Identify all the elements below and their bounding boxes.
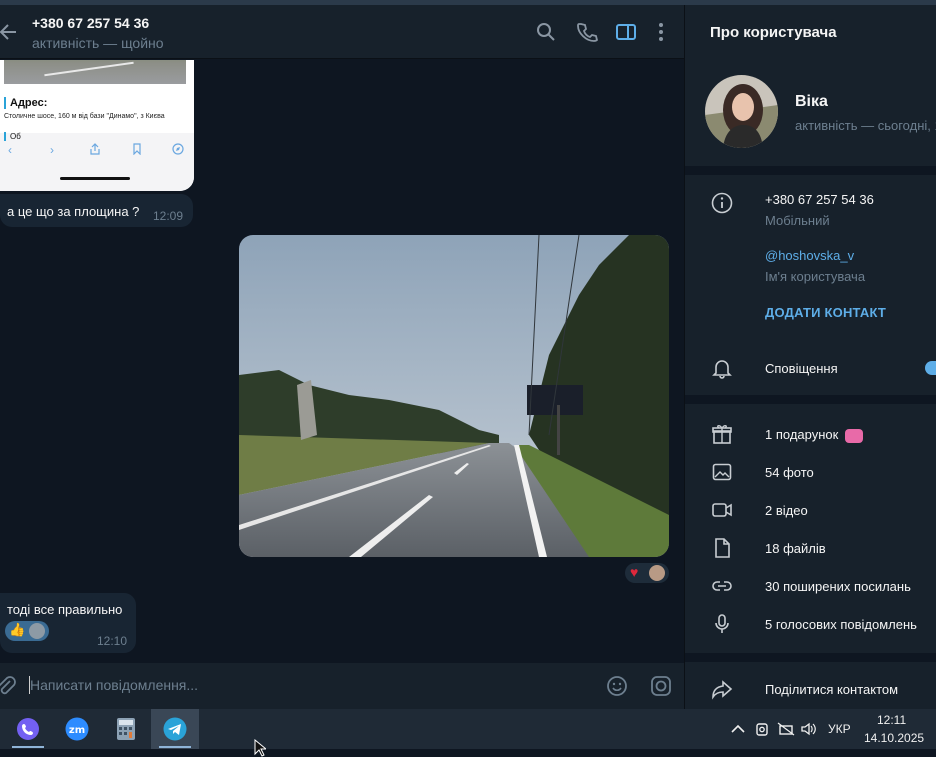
- chat-status: активність — щойно: [32, 35, 164, 51]
- zoom-app[interactable]: zm: [53, 709, 101, 749]
- microphone-icon: [715, 614, 729, 633]
- media-gifts-label: 1 подарунок: [765, 427, 839, 442]
- telegram-app[interactable]: [151, 709, 199, 749]
- screenshot-compass-icon: [172, 143, 184, 155]
- profile-status: активність — сьогодні, 12:10: [795, 118, 936, 133]
- notifications-label: Сповіщення: [765, 361, 838, 376]
- file-icon: [715, 538, 730, 558]
- running-indicator: [159, 746, 191, 748]
- reactor-avatar: [29, 623, 45, 639]
- running-indicator: [12, 746, 44, 748]
- message-time: 12:10: [97, 634, 128, 648]
- screenshot-back-icon: ‹: [8, 143, 12, 157]
- screenshot-forward-icon: ›: [50, 143, 54, 157]
- media-photos[interactable]: 54 фото: [765, 465, 814, 480]
- viber-app[interactable]: [4, 709, 52, 749]
- screenshot-message[interactable]: Адрес: Столичне шосе, 160 м від бази "Ди…: [0, 60, 194, 191]
- gift-icon: [712, 425, 732, 444]
- more-options-icon[interactable]: [650, 21, 672, 43]
- message-list[interactable]: Адрес: Столичне шосе, 160 м від бази "Ди…: [0, 60, 684, 663]
- screenshot-address-title: Адрес:: [4, 97, 47, 109]
- reactor-avatar: [649, 565, 665, 581]
- svg-text:zm: zm: [69, 725, 85, 736]
- section-divider: [685, 653, 936, 662]
- photo-reactions[interactable]: ♥: [625, 563, 669, 583]
- photo-icon: [712, 463, 732, 481]
- attach-icon[interactable]: [0, 675, 16, 697]
- camera-icon[interactable]: [650, 675, 672, 697]
- section-divider: [685, 395, 936, 404]
- media-links[interactable]: 30 поширених посилань: [765, 579, 911, 594]
- message-composer: Написати повідомлення...: [0, 663, 684, 709]
- clock-time[interactable]: 12:11: [877, 713, 906, 727]
- media-voice[interactable]: 5 голосових повідомлень: [765, 617, 917, 632]
- calculator-app[interactable]: [102, 709, 150, 749]
- telegram-window: +380 67 257 54 36 активність — щойно Адр…: [0, 0, 936, 709]
- section-divider: [685, 166, 936, 175]
- screenshot-bookmark-icon: [133, 143, 141, 155]
- profile-phone[interactable]: +380 67 257 54 36: [765, 192, 874, 207]
- heart-reaction-icon: ♥: [630, 564, 639, 580]
- link-icon: [712, 581, 732, 591]
- profile-panel-title: Про користувача: [710, 24, 837, 41]
- volume-icon[interactable]: [800, 720, 818, 738]
- profile-avatar[interactable]: [705, 75, 778, 148]
- incoming-message[interactable]: тоді все правильно 👍 12:10: [0, 593, 136, 653]
- share-icon: [712, 680, 733, 700]
- clock-date[interactable]: 14.10.2025: [864, 731, 924, 745]
- zoom-icon: zm: [65, 717, 89, 741]
- profile-name: Віка: [795, 93, 828, 110]
- chat-title[interactable]: +380 67 257 54 36: [32, 15, 149, 31]
- notifications-toggle[interactable]: [925, 361, 936, 375]
- back-arrow-icon[interactable]: [0, 21, 20, 43]
- screenshot-address-text: Столичне шосе, 160 м від бази "Динамо", …: [4, 113, 165, 120]
- calculator-icon: [117, 718, 135, 740]
- profile-username-label: Ім'я користувача: [765, 269, 866, 284]
- incoming-message[interactable]: а це що за площина ? 12:09: [0, 194, 193, 227]
- share-contact-button[interactable]: Поділитися контактом: [765, 682, 898, 697]
- mouse-cursor-icon: [254, 739, 266, 757]
- screenshot-home-indicator: [60, 177, 130, 180]
- message-text: а це що за площина ?: [7, 204, 140, 219]
- screenshot-browser-toolbar: ‹ ›: [0, 133, 194, 191]
- location-icon[interactable]: [753, 720, 771, 738]
- add-contact-button[interactable]: ДОДАТИ КОНТАКТ: [765, 305, 886, 320]
- media-videos[interactable]: 2 відео: [765, 503, 808, 518]
- sidebar-toggle-icon[interactable]: [615, 21, 637, 43]
- media-files[interactable]: 18 файлів: [765, 541, 826, 556]
- search-icon[interactable]: [535, 21, 557, 43]
- info-icon: [711, 192, 733, 214]
- message-input[interactable]: Написати повідомлення...: [30, 677, 198, 693]
- screenshot-road-image: [4, 60, 186, 84]
- video-icon: [712, 503, 732, 517]
- keyboard-language[interactable]: УКР: [828, 722, 851, 736]
- viber-icon: [17, 718, 39, 740]
- battery-icon[interactable]: [777, 720, 795, 738]
- screenshot-cut-text: Об: [4, 132, 21, 141]
- profile-panel: Про користувача Віка активність — сьогод…: [684, 5, 936, 709]
- thumbs-up-reaction[interactable]: 👍: [5, 621, 49, 641]
- thumbs-up-icon: 👍: [9, 622, 26, 637]
- profile-phone-label: Мобільний: [765, 213, 830, 228]
- bell-icon: [712, 360, 732, 379]
- media-gifts[interactable]: 1 подарунок: [765, 427, 863, 443]
- screenshot-share-icon: [90, 143, 100, 155]
- road-photo[interactable]: [239, 235, 669, 557]
- phone-call-icon[interactable]: [576, 21, 598, 43]
- chevron-up-icon[interactable]: [729, 720, 747, 738]
- heart-gift-icon: [844, 428, 863, 443]
- profile-username[interactable]: @hoshovska_v: [765, 248, 854, 263]
- taskbar: zm УКР 12:11 14.10.2025: [0, 709, 936, 757]
- emoji-icon[interactable]: [606, 675, 628, 697]
- message-time: 12:09: [153, 209, 184, 223]
- telegram-icon: [163, 717, 187, 741]
- message-text: тоді все правильно: [7, 602, 123, 617]
- chat-header: +380 67 257 54 36 активність — щойно: [0, 5, 684, 59]
